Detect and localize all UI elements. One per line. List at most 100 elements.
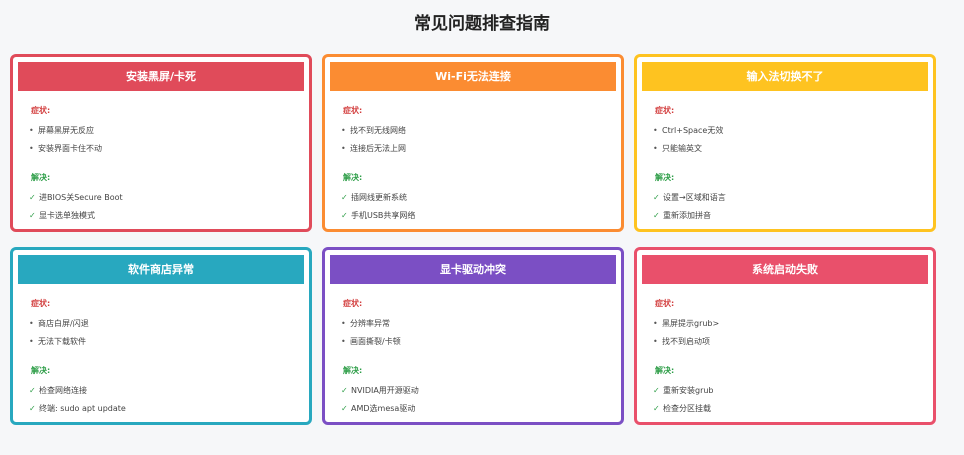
checkmark-icon: ✓ <box>29 386 36 395</box>
solution-list: ✓重新安装grub✓检查分区挂载✓修复引导记录 <box>653 382 928 422</box>
solution-text: 检查分区挂载 <box>663 404 711 413</box>
solution-text: 修复引导记录 <box>663 418 711 422</box>
symptom-item: • 无法下载软件 <box>29 333 304 351</box>
solution-item: ✓更换软件源镜像 <box>29 418 304 422</box>
solution-item: ✓ 进BIOS关Secure Boot <box>29 189 304 207</box>
solution-list: ✓设置→区域和语言✓重新添加拼音✓检查Fcitx 5状态 <box>653 189 928 229</box>
solution-text: 手机USB共享网络 <box>351 211 416 220</box>
checkmark-icon: ✓ <box>653 386 660 395</box>
solution-item: ✓ 设置→区域和语言 <box>653 189 928 207</box>
symptoms-label: 症状: <box>31 299 51 308</box>
solution-text: 检查无线网卡型号 <box>351 225 415 229</box>
symptom-item: • 画面撕裂/卡顿 <box>341 333 616 351</box>
bullet-icon: • <box>653 126 658 135</box>
checkmark-icon: ✓ <box>341 193 348 202</box>
solution-text: AMD选mesa驱动 <box>351 404 416 413</box>
troubleshoot-card: Wi-Fi无法连接 症状: • 找不到无线网络 • 连接后无法上网 解决: ✓ 插网线更新系统 ✓… <box>322 54 624 232</box>
solution-item: ✓禁用独显再配置 <box>341 418 616 422</box>
solution-item: ✓ 显卡选单独模式 <box>29 207 304 225</box>
solution-list: ✓插网线更新系统✓手机USB共享网络✓检查无线网卡型号 <box>341 189 616 229</box>
solution-text: 检查网络连接 <box>39 386 87 395</box>
bullet-icon: • <box>653 319 658 328</box>
card-title: Wi-Fi无法连接 <box>330 62 616 91</box>
solution-list: ✓进BIOS关Secure Boot✓显卡选单独模式✓检查镜像完整性 <box>29 189 304 229</box>
symptom-text: 无法下载软件 <box>38 337 86 346</box>
symptom-text: 屏幕黑屏无反应 <box>38 126 94 135</box>
checkmark-icon: ✓ <box>653 193 660 202</box>
bullet-icon: • <box>341 126 346 135</box>
solution-text: 设置→区域和语言 <box>663 193 726 202</box>
solution-item: ✓ 插网线更新系统 <box>341 189 616 207</box>
solution-item: ✓ 检查分区挂载 <box>653 400 928 418</box>
bullet-icon: • <box>341 337 346 346</box>
solution-text: 检查镜像完整性 <box>39 225 95 229</box>
checkmark-icon: ✓ <box>341 211 348 220</box>
checkmark-icon: ✓ <box>653 225 663 229</box>
checkmark-icon: ✓ <box>341 404 348 413</box>
solution-item: ✓ NVIDIA用开源驱动 <box>341 382 616 400</box>
checkmark-icon: ✓ <box>29 193 36 202</box>
troubleshoot-card: 软件商店异常 症状: • 商店白屏/闪退 • 无法下载软件 解决: ✓ 检查网络连接 ✓ 终端: s… <box>10 247 312 425</box>
symptom-item: • 找不到启动项 <box>653 333 928 351</box>
symptom-text: 找不到启动项 <box>662 337 710 346</box>
solutions-label: 解决: <box>343 366 363 375</box>
symptom-item: • 连接后无法上网 <box>341 140 616 158</box>
checkmark-icon: ✓ <box>29 418 39 422</box>
symptom-text: 画面撕裂/卡顿 <box>350 337 401 346</box>
solution-item: ✓ 手机USB共享网络 <box>341 207 616 225</box>
card-title: 系统启动失败 <box>642 255 928 284</box>
symptom-list: • 找不到无线网络 • 连接后无法上网 <box>341 122 616 158</box>
symptom-list: • 黑屏提示grub> • 找不到启动项 <box>653 315 928 351</box>
solutions-label: 解决: <box>31 173 51 182</box>
bullet-icon: • <box>29 337 34 346</box>
card-title: 显卡驱动冲突 <box>330 255 616 284</box>
solution-item: ✓检查无线网卡型号 <box>341 225 616 229</box>
solution-text: 更换软件源镜像 <box>39 418 95 422</box>
symptom-item: • 黑屏提示grub> <box>653 315 928 333</box>
symptom-item: • 分辨率异常 <box>341 315 616 333</box>
solution-text: NVIDIA用开源驱动 <box>351 386 419 395</box>
symptom-item: • 只能输英文 <box>653 140 928 158</box>
troubleshoot-card: 安装黑屏/卡死 症状: • 屏幕黑屏无反应 • 安装界面卡住不动 解决: ✓ 进BIOS关Sec… <box>10 54 312 232</box>
solution-text: 显卡选单独模式 <box>39 211 95 220</box>
symptom-list: • 分辨率异常 • 画面撕裂/卡顿 <box>341 315 616 351</box>
symptom-list: • Ctrl+Space无效 • 只能输英文 <box>653 122 928 158</box>
bullet-icon: • <box>341 319 346 328</box>
checkmark-icon: ✓ <box>341 386 348 395</box>
symptom-text: 找不到无线网络 <box>350 126 406 135</box>
troubleshoot-card-grid: 安装黑屏/卡死 症状: • 屏幕黑屏无反应 • 安装界面卡住不动 解决: ✓ 进BIOS关Sec… <box>10 54 936 425</box>
checkmark-icon: ✓ <box>341 418 351 422</box>
symptom-item: • 屏幕黑屏无反应 <box>29 122 304 140</box>
checkmark-icon: ✓ <box>29 211 36 220</box>
solution-item: ✓检查镜像完整性 <box>29 225 304 229</box>
symptoms-label: 症状: <box>655 106 675 115</box>
checkmark-icon: ✓ <box>29 404 36 413</box>
solution-item: ✓检查Fcitx 5状态 <box>653 225 928 229</box>
solution-text: 禁用独显再配置 <box>351 418 407 422</box>
solution-text: 重新添加拼音 <box>663 211 711 220</box>
page-title: 常见问题排查指南 <box>414 14 550 34</box>
symptom-item: • 商店白屏/闪退 <box>29 315 304 333</box>
symptom-text: 分辨率异常 <box>350 319 390 328</box>
solution-list: ✓NVIDIA用开源驱动✓AMD选mesa驱动✓禁用独显再配置 <box>341 382 616 422</box>
checkmark-icon: ✓ <box>653 418 663 422</box>
symptom-list: • 商店白屏/闪退 • 无法下载软件 <box>29 315 304 351</box>
checkmark-icon: ✓ <box>653 211 660 220</box>
symptom-text: 安装界面卡住不动 <box>38 144 102 153</box>
solution-item: ✓ 终端: sudo apt update <box>29 400 304 418</box>
symptom-item: • 安装界面卡住不动 <box>29 140 304 158</box>
bullet-icon: • <box>29 126 34 135</box>
bullet-icon: • <box>29 144 34 153</box>
solution-item: ✓ 重新添加拼音 <box>653 207 928 225</box>
solution-item: ✓ 检查网络连接 <box>29 382 304 400</box>
solution-item: ✓ 重新安装grub <box>653 382 928 400</box>
bullet-icon: • <box>653 337 658 346</box>
symptom-item: • Ctrl+Space无效 <box>653 122 928 140</box>
solution-text: 检查Fcitx 5状态 <box>663 225 722 229</box>
bullet-icon: • <box>653 144 658 153</box>
solutions-label: 解决: <box>655 173 675 182</box>
bullet-icon: • <box>341 144 346 153</box>
symptom-item: • 找不到无线网络 <box>341 122 616 140</box>
symptom-text: 只能输英文 <box>662 144 702 153</box>
checkmark-icon: ✓ <box>653 404 660 413</box>
